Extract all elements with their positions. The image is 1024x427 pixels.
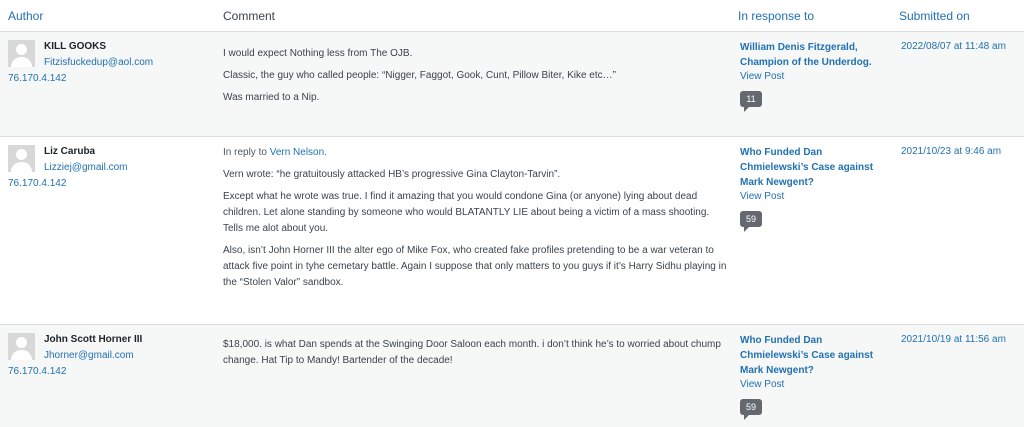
table-row: Liz Caruba Lizziej@gmail.com 76.170.4.14… (0, 137, 1024, 325)
response-to-cell: Who Funded Dan Chmielewski’s Case agains… (740, 145, 890, 232)
comment-count-badge[interactable]: 59 (740, 211, 763, 232)
author-name: KILL GOOKS (44, 41, 107, 52)
comment-paragraph: Was married to a Nip. (223, 92, 320, 103)
column-in-response-to-header[interactable]: In response to (738, 9, 814, 23)
table-row: KILL GOOKS Fitzisfuckedup@aol.com 76.170… (0, 32, 1024, 137)
view-post-link[interactable]: View Post (740, 70, 890, 84)
comment-count-badge[interactable]: 59 (740, 399, 763, 420)
comments-table: Author Comment In response to Submitted … (0, 0, 1024, 427)
view-post-link[interactable]: View Post (740, 378, 890, 392)
view-post-link[interactable]: View Post (740, 190, 890, 204)
post-title-link[interactable]: Who Funded Dan Chmielewski’s Case agains… (740, 333, 890, 378)
comment-count-value: 59 (746, 214, 757, 224)
avatar (8, 145, 35, 172)
reply-to-link[interactable]: Vern Nelson. (270, 147, 327, 158)
comment-paragraph: Except what he wrote was true. I find it… (223, 191, 710, 234)
column-author-header[interactable]: Author (8, 9, 43, 23)
comment-count-value: 11 (746, 94, 756, 104)
comment-paragraph: Classic, the guy who called people: “Nig… (223, 70, 616, 81)
post-title-link[interactable]: William Denis Fitzgerald, Champion of th… (740, 40, 890, 70)
column-submitted-on-header[interactable]: Submitted on (899, 9, 970, 23)
column-comment-header: Comment (223, 9, 276, 23)
comment-paragraph: Vern wrote: “he gratuitously attacked HB… (223, 169, 561, 180)
comment-paragraph: I would expect Nothing less from The OJB… (223, 48, 413, 59)
avatar (8, 333, 35, 360)
speech-bubble-tail-icon (744, 227, 749, 232)
comment-count-value: 59 (746, 402, 757, 412)
comment-text: $18,000. is what Dan spends at the Swing… (223, 337, 728, 375)
comment-text: In reply to Vern Nelson. Vern wrote: “he… (223, 145, 728, 297)
response-to-cell: Who Funded Dan Chmielewski’s Case agains… (740, 333, 890, 420)
submitted-date-link[interactable]: 2021/10/19 at 11:56 am (901, 334, 1006, 345)
submitted-date-link[interactable]: 2021/10/23 at 9:46 am (901, 146, 1001, 157)
author-email-link[interactable]: Fitzisfuckedup@aol.com (44, 57, 153, 68)
author-ip-link[interactable]: 76.170.4.142 (8, 178, 66, 189)
avatar (8, 40, 35, 67)
comment-paragraph: $18,000. is what Dan spends at the Swing… (223, 339, 721, 366)
table-row: John Scott Horner III Jhorner@gmail.com … (0, 325, 1024, 427)
response-to-cell: William Denis Fitzgerald, Champion of th… (740, 40, 890, 112)
post-title-link[interactable]: Who Funded Dan Chmielewski’s Case agains… (740, 145, 890, 190)
comment-text: I would expect Nothing less from The OJB… (223, 46, 728, 112)
author-name: Liz Caruba (44, 146, 96, 157)
author-name: John Scott Horner III (44, 334, 143, 345)
comment-paragraph: Also, isn’t John Horner III the alter eg… (223, 245, 727, 288)
speech-bubble-tail-icon (744, 107, 749, 112)
author-ip-link[interactable]: 76.170.4.142 (8, 73, 66, 84)
comment-count-badge[interactable]: 11 (740, 91, 762, 112)
speech-bubble-tail-icon (744, 415, 749, 420)
author-email-link[interactable]: Lizziej@gmail.com (44, 162, 128, 173)
table-header: Author Comment In response to Submitted … (0, 0, 1024, 32)
author-ip-link[interactable]: 76.170.4.142 (8, 366, 66, 377)
submitted-date-link[interactable]: 2022/08/07 at 11:48 am (901, 41, 1006, 52)
reply-prefix: In reply to (223, 147, 267, 158)
author-email-link[interactable]: Jhorner@gmail.com (44, 350, 134, 361)
reply-context: In reply to Vern Nelson. (223, 145, 728, 161)
